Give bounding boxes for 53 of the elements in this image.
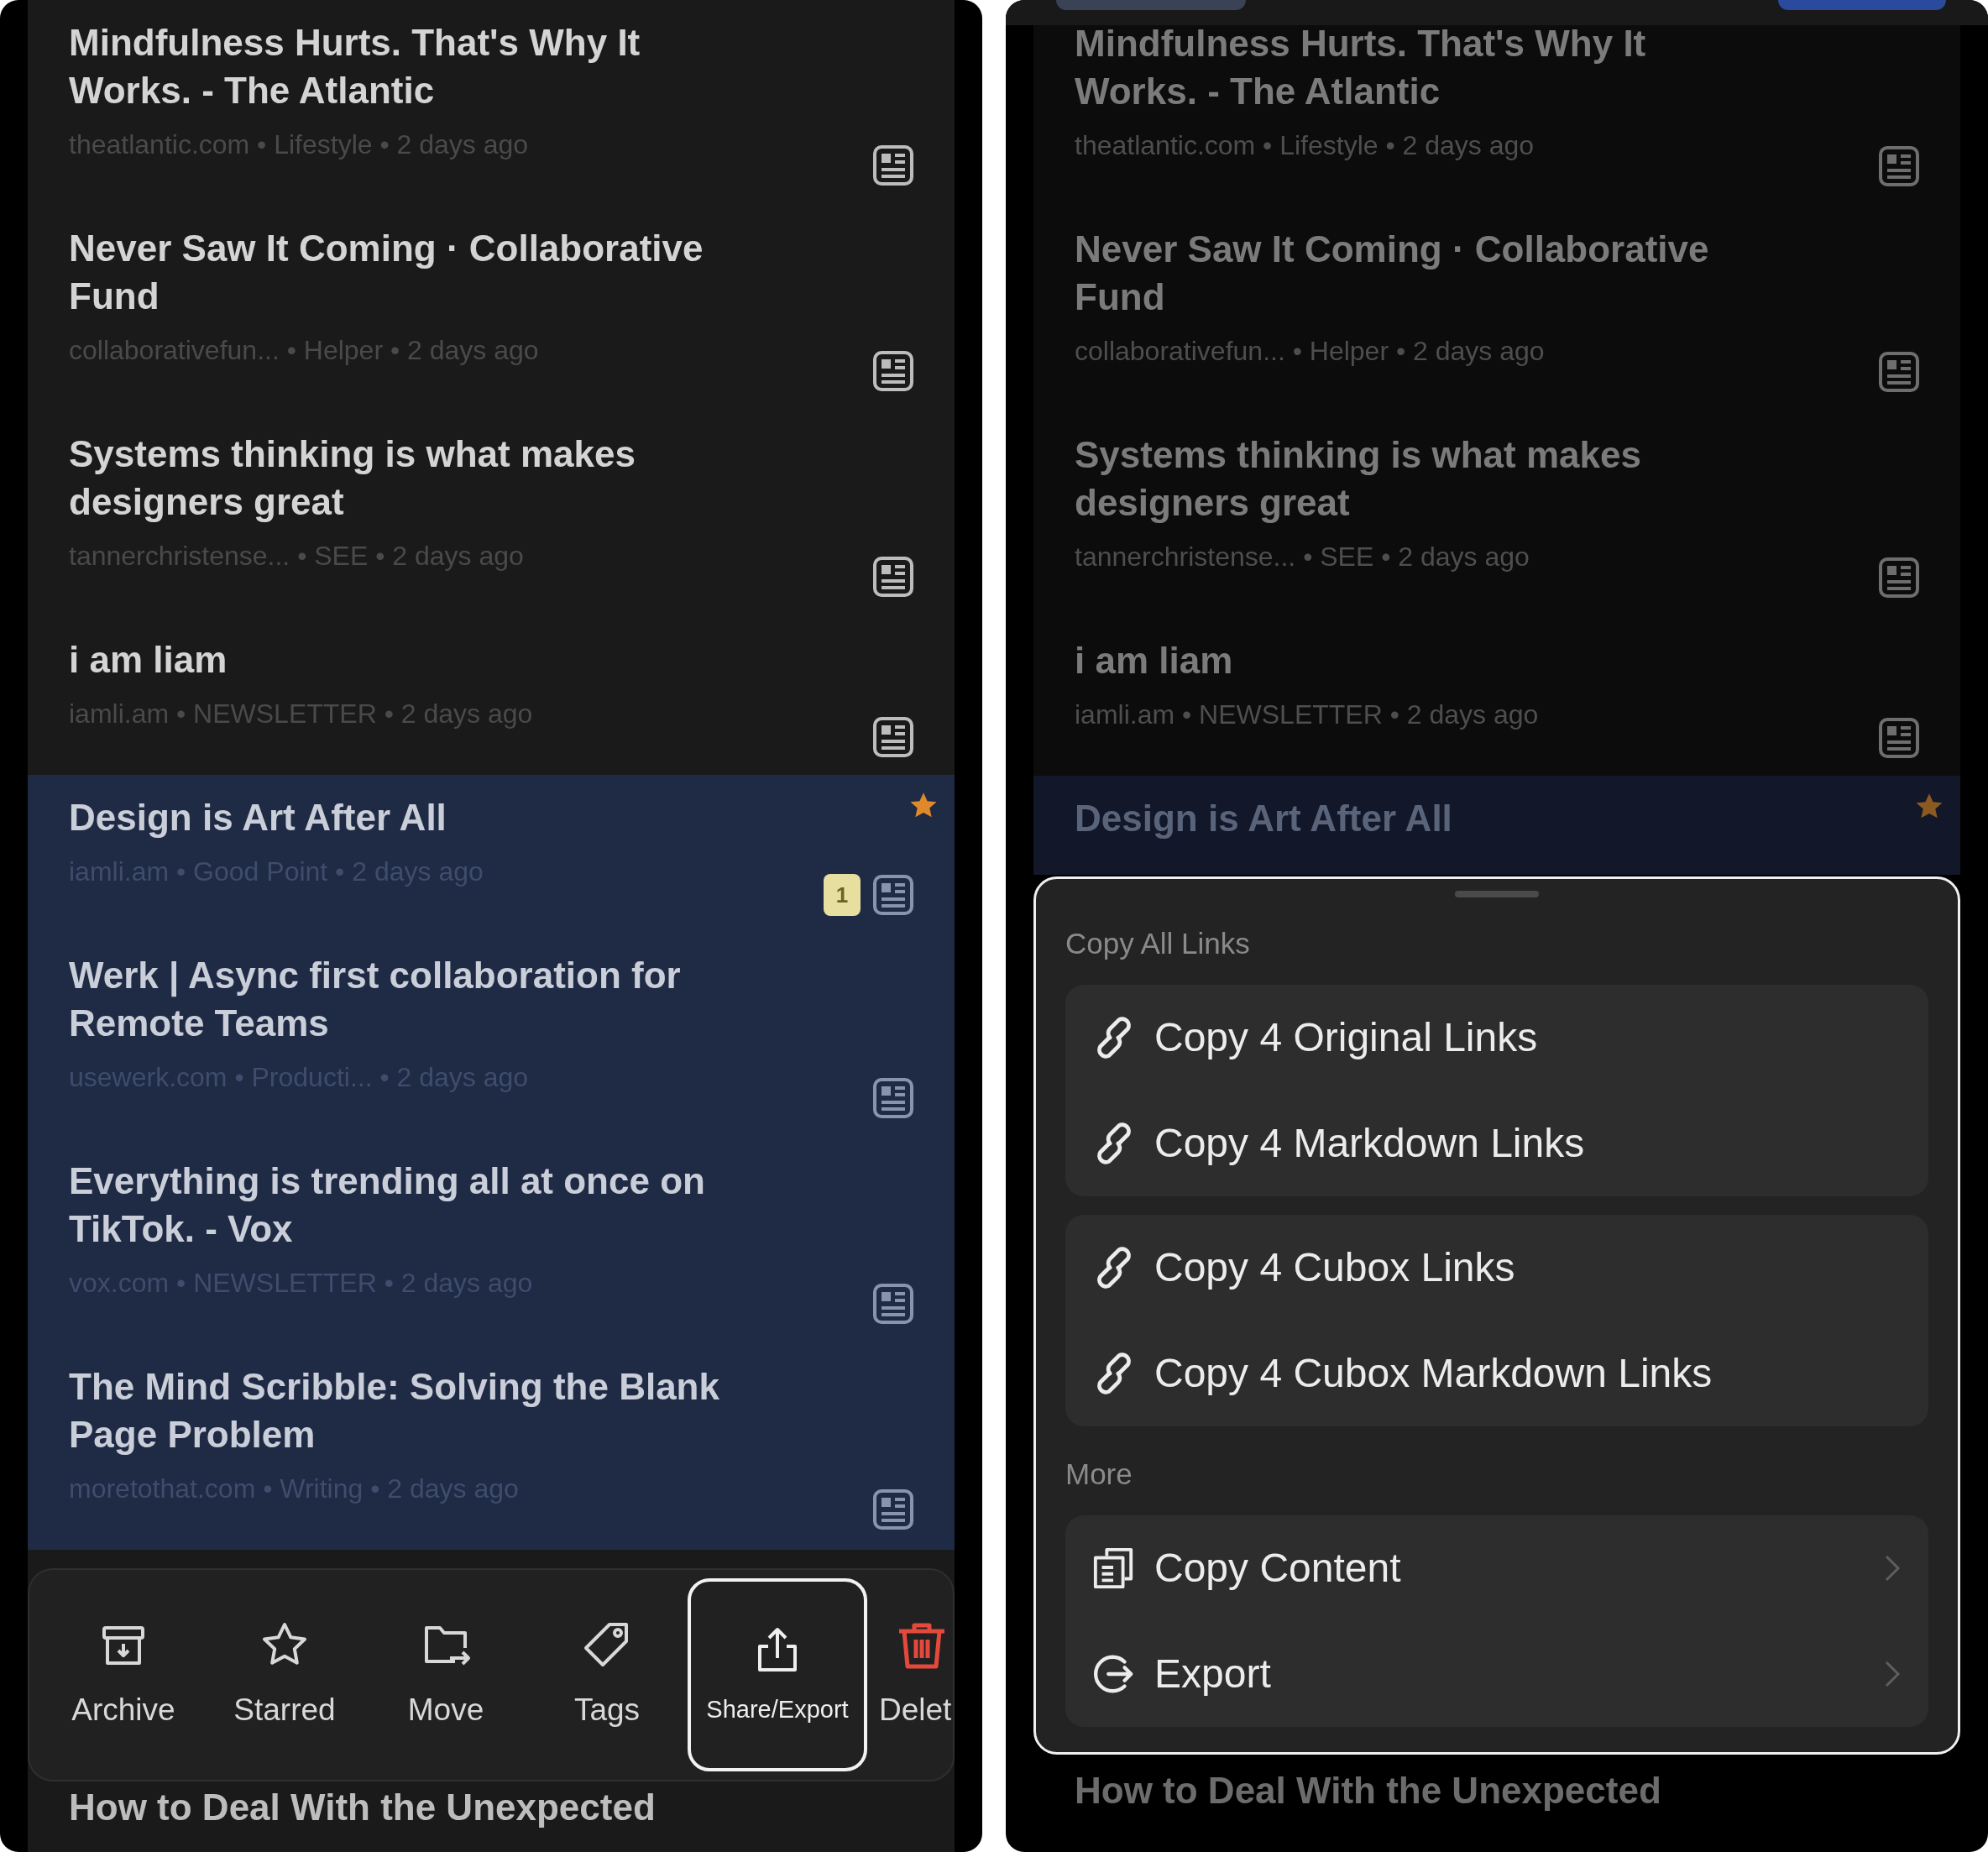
article-title: Mindfulness Hurts. That's Why It Works. - The Atlantic xyxy=(69,21,641,112)
menu-item[interactable]: Copy 4 Cubox Markdown Links xyxy=(1092,1321,1903,1426)
menu-item[interactable]: Copy Content xyxy=(1092,1515,1903,1621)
toolbar-button[interactable]: Move xyxy=(365,1578,526,1771)
article-row[interactable]: i am liam iamli.am • NEWSLETTER • 2 days ago xyxy=(1033,618,1960,776)
article-icon xyxy=(872,1283,914,1325)
menu-item[interactable]: Copy 4 Markdown Links xyxy=(1092,1091,1903,1196)
article-icon xyxy=(872,144,914,186)
article-meta: theatlantic.com • Lifestyle • 2 days ago xyxy=(1075,129,1535,162)
menu-item[interactable]: Copy 4 Cubox Links xyxy=(1092,1215,1903,1321)
article-title: Systems thinking is what makes designers great xyxy=(69,432,636,524)
tab-button[interactable] xyxy=(1056,0,1246,10)
article-icon xyxy=(1878,557,1920,599)
article-title: Design is Art After All xyxy=(1075,797,1453,840)
article-title: Systems thinking is what makes designers great xyxy=(1075,433,1642,525)
article-icon xyxy=(872,874,914,916)
article-meta: iamli.am • NEWSLETTER • 2 days ago xyxy=(1075,698,1540,731)
article-icon xyxy=(872,556,914,598)
article-row[interactable]: Mindfulness Hurts. That's Why It Works. - The Atlantic theatlantic.com • Lifestyle • 2 days ago xyxy=(1033,25,1960,207)
article-title: The Mind Scribble: Solving the Blank Page Problem xyxy=(69,1365,720,1457)
article-title: Mindfulness Hurts. That's Why It Works. - The Atlantic xyxy=(1075,25,1647,113)
article-title: Never Saw It Coming · Collaborative Fund xyxy=(69,227,704,318)
section-title: Copy All Links xyxy=(1065,926,1251,961)
article-icon xyxy=(1878,717,1920,759)
article-icon xyxy=(872,1488,914,1530)
article-meta: collaborativefun... • Helper • 2 days ago xyxy=(1075,335,1546,368)
article-icon xyxy=(1878,351,1920,393)
toolbar-button[interactable]: Archive xyxy=(43,1578,204,1771)
article-row[interactable]: Never Saw It Coming · Collaborative Fund collaborativefun... • Helper • 2 days ago xyxy=(1033,207,1960,412)
article-title: Everything is trending all at once on TikTok. - Vox xyxy=(69,1159,706,1251)
article-icon xyxy=(1878,145,1920,187)
article-title: Never Saw It Coming · Collaborative Fund xyxy=(1075,228,1710,319)
section-title: More xyxy=(1065,1457,1133,1492)
article-icon xyxy=(872,1077,914,1119)
toolbar-button[interactable]: Delet xyxy=(867,1578,953,1771)
article-title: How to Deal With the Unexpected xyxy=(1074,1769,1662,1813)
highlight-count: 1 xyxy=(824,874,861,916)
article-title: i am liam xyxy=(69,638,228,682)
article-meta: tannerchristense... • SEE • 2 days ago xyxy=(1075,541,1530,573)
article-title: i am liam xyxy=(1075,639,1234,683)
menu-item[interactable]: Export xyxy=(1092,1621,1903,1727)
toolbar-button[interactable]: Tags xyxy=(526,1578,688,1771)
article-icon xyxy=(872,716,914,758)
article-title: Werk | Async first collaboration for Remote Teams xyxy=(69,954,682,1045)
article-row[interactable]: Systems thinking is what makes designers great tannerchristense... • SEE • 2 days ago xyxy=(1033,412,1960,618)
article-icon xyxy=(872,350,914,392)
article-title: Design is Art After All xyxy=(69,796,447,840)
drag-handle[interactable] xyxy=(1455,891,1539,897)
article-title: How to Deal With the Unexpected xyxy=(68,1786,657,1829)
toolbar-button[interactable]: Share/Export xyxy=(688,1578,867,1771)
toolbar-button[interactable]: Starred xyxy=(204,1578,365,1771)
tab-button[interactable] xyxy=(1778,0,1946,10)
menu-item[interactable]: Copy 4 Original Links xyxy=(1092,985,1903,1091)
